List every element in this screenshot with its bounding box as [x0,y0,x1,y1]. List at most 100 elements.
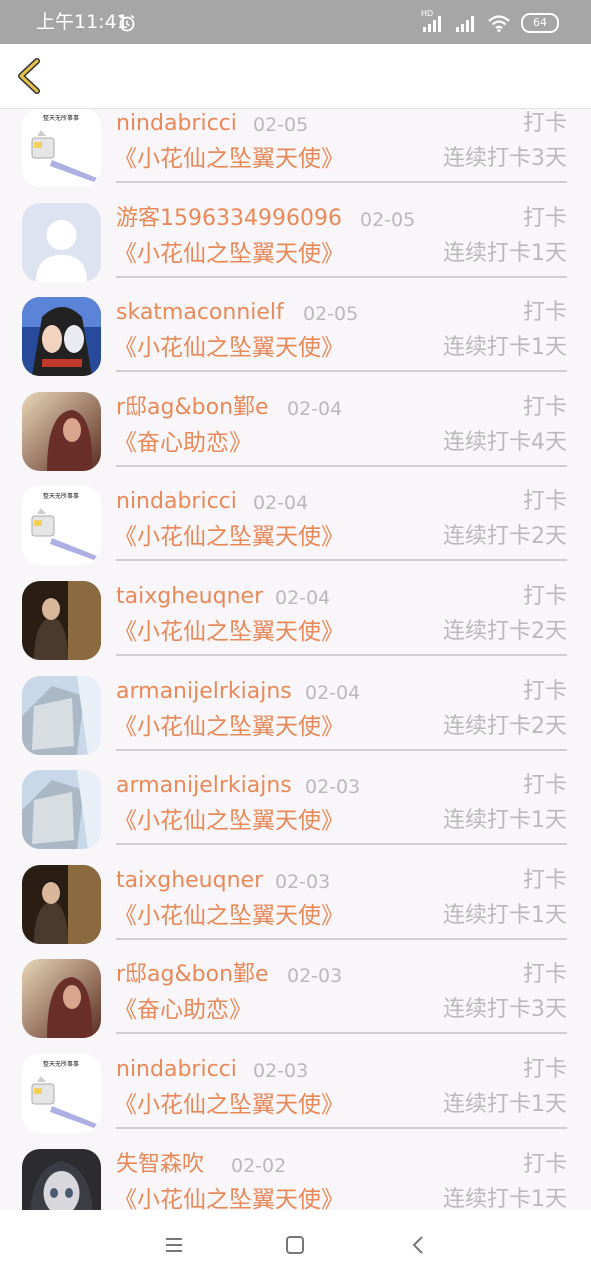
svg-text:整天无所事事: 整天无所事事 [43,492,79,500]
user-name[interactable]: taixgheuqner [116,865,263,897]
checkin-date: 02-04 [275,587,331,609]
checkin-date: 02-05 [360,208,416,231]
avatar[interactable]: 整天无所事事 [22,486,101,566]
row-divider [116,275,567,278]
checkin-label: 打卡 [522,584,567,609]
streak-count: 连续打卡2天 [443,713,567,739]
user-name[interactable]: r邸ag&bon鄞e [116,392,269,424]
back-icon[interactable] [406,1232,432,1258]
user-name[interactable]: taixgheuqner [116,581,263,613]
user-name[interactable]: armanijelrkiajns [116,770,292,802]
checkin-label: 打卡 [522,300,567,326]
checkin-date: 02-03 [287,965,343,988]
checkin-label: 打卡 [522,867,567,893]
list-item[interactable]: 整天无所事事 nindabricci 02-05 打卡 《小花仙之坠翼天使》 连续打卡3天 [0,108,591,189]
home-icon[interactable] [282,1232,308,1258]
book-title-link[interactable]: 《小花仙之坠翼天使》 [114,710,344,744]
streak-count: 连续打卡4天 [443,429,567,455]
streak-count: 连续打卡1天 [443,240,567,266]
row-divider [116,370,567,373]
book-title-link[interactable]: 《小花仙之坠翼天使》 [114,1183,344,1210]
avatar[interactable] [22,770,101,850]
book-title-link[interactable]: 《小花仙之坠翼天使》 [114,331,344,365]
streak-count: 连续打卡1天 [443,808,567,834]
book-title-link[interactable]: 《小花仙之坠翼天使》 [114,520,344,554]
user-name[interactable]: armanijelrkiajns [116,676,292,708]
battery-icon: 64 [521,13,559,33]
list-item[interactable]: 整天无所事事 nindabricci 02-03 打卡 《小花仙之坠翼天使》 连续打卡1天 [0,1040,591,1135]
avatar[interactable]: 整天无所事事 [22,1054,101,1133]
avatar[interactable] [22,202,101,282]
avatar[interactable] [22,1148,101,1210]
row-divider [116,1032,567,1035]
user-name[interactable]: skatmaconnielf [116,297,284,329]
avatar[interactable] [22,297,101,377]
checkin-date: 02-03 [275,870,331,893]
user-name[interactable]: r邸ag&bon鄞e [116,959,269,991]
user-name[interactable]: nindabricci [116,1054,237,1086]
book-title-link[interactable]: 《小花仙之坠翼天使》 [114,804,344,838]
user-name[interactable]: 游客1596334996096 [116,203,342,235]
row-divider [116,937,567,940]
checkin-label: 打卡 [522,394,567,420]
signal-icon: HD [421,9,445,33]
checkin-label: 打卡 [522,773,567,799]
book-title-link[interactable]: 《小花仙之坠翼天使》 [114,142,344,176]
svg-text:整天无所事事: 整天无所事事 [43,114,79,122]
chevron-left-icon[interactable] [10,54,54,98]
avatar[interactable] [22,391,101,471]
checkin-date: 02-05 [303,303,359,326]
book-title-link[interactable]: 《小花仙之坠翼天使》 [114,899,344,933]
streak-count: 连续打卡2天 [443,524,567,550]
status-bar: 上午11:41 HD 64 [0,0,591,44]
avatar[interactable] [22,675,101,755]
list-item[interactable]: r邸ag&bon鄞e 02-03 打卡《奋心助恋》 连续打卡3天 [0,945,591,1040]
avatar[interactable]: 整天无所事事 [22,108,101,187]
avatar[interactable] [22,959,101,1039]
network-badge: HD [421,9,434,18]
streak-count: 连续打卡1天 [443,902,567,928]
user-name[interactable]: 失智森吹 [116,1149,204,1181]
row-divider [116,181,567,183]
list-item[interactable]: 整天无所事事 nindabricci 02-04 打卡 《小花仙之坠翼天使》 连续打卡2天 [0,472,591,567]
checkin-date: 02-02 [231,1154,287,1177]
alarm-icon [119,14,135,32]
list-item[interactable]: armanijelrkiajns 02-04 打卡《小花仙之坠翼天使》 连续打卡2天 [0,662,591,757]
checkin-label: 打卡 [522,962,567,988]
checkin-label: 打卡 [522,205,567,231]
list-item[interactable]: skatmaconnielf 02-05 打卡《小花仙之坠翼天使》 连续打卡1天 [0,283,591,378]
menu-icon[interactable] [161,1232,187,1258]
header-bar [0,44,591,109]
book-title-link[interactable]: 《小花仙之坠翼天使》 [114,615,344,649]
list-item[interactable]: taixgheuqner 02-03 打卡《小花仙之坠翼天使》 连续打卡1天 [0,851,591,946]
system-nav-bar [0,1210,591,1280]
streak-count: 连续打卡3天 [443,997,567,1023]
book-title-link[interactable]: 《奋心助恋》 [114,426,252,460]
checkin-date: 02-04 [287,397,343,420]
list-item[interactable]: r邸ag&bon鄞e 02-04 打卡《奋心助恋》 连续打卡4天 [0,378,591,473]
book-title-link[interactable]: 《小花仙之坠翼天使》 [114,237,344,271]
streak-count: 连续打卡3天 [443,146,567,171]
streak-count: 连续打卡1天 [443,1092,567,1117]
list-item[interactable]: 游客1596334996096 02-05 打卡《小花仙之坠翼天使》 连续打卡1天 [0,189,591,284]
avatar[interactable] [22,581,101,660]
checkin-list[interactable]: 整天无所事事 nindabricci 02-05 打卡 《小花仙之坠翼天使》 连续打卡3天… [0,108,591,1210]
list-item[interactable]: 失智森吹 02-02 打卡 《小花仙之坠翼天使》 连续打卡1天 [0,1135,591,1210]
book-title-link[interactable]: 《小花仙之坠翼天使》 [114,1088,344,1122]
checkin-label: 打卡 [522,489,567,515]
user-name[interactable]: nindabricci [116,108,237,140]
streak-count: 连续打卡1天 [443,1186,567,1210]
row-divider [116,464,567,467]
row-divider [116,559,567,562]
checkin-label: 打卡 [522,111,567,136]
list-item[interactable]: armanijelrkiajns 02-03 打卡 《小花仙之坠翼天使》 连续打卡1天 [0,756,591,851]
avatar[interactable] [22,864,101,944]
user-name[interactable]: nindabricci [116,486,237,518]
streak-count: 连续打卡1天 [443,335,567,361]
book-title-link[interactable]: 《奋心助恋》 [114,993,252,1027]
checkin-label: 打卡 [522,1057,567,1082]
checkin-label: 打卡 [522,678,567,704]
checkin-date: 02-04 [305,681,361,704]
list-item[interactable]: taixgheuqner 02-04 打卡 《小花仙之坠翼天使》 连续打卡2天 [0,567,591,662]
svg-text:整天无所事事: 整天无所事事 [43,1060,79,1068]
